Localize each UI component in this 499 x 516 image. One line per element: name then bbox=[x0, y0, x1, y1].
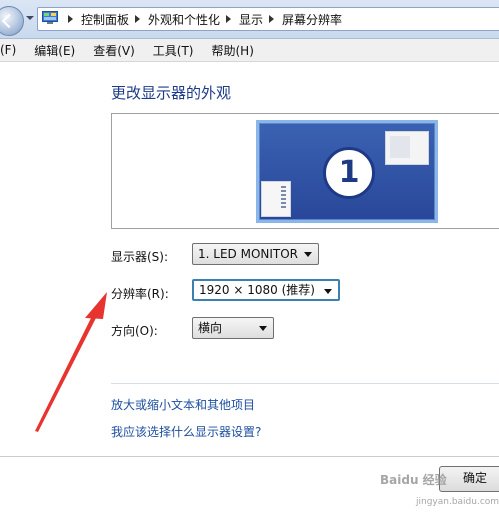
page-title: 更改显示器的外观 bbox=[111, 84, 232, 102]
section-divider bbox=[111, 383, 499, 384]
monitor-preview-area: 1 bbox=[111, 113, 499, 229]
ok-button[interactable]: 确定 bbox=[439, 466, 499, 492]
menu-view[interactable]: 查看(V) bbox=[93, 42, 135, 59]
menu-help[interactable]: 帮助(H) bbox=[212, 42, 254, 59]
monitor-number-badge: 1 bbox=[323, 147, 375, 199]
menu-edit[interactable]: 编辑(E) bbox=[34, 42, 75, 59]
breadcrumb-separator-icon bbox=[269, 15, 275, 23]
breadcrumb-separator-icon bbox=[68, 15, 73, 23]
resolution-select[interactable]: 1920 × 1080 (推荐) bbox=[192, 279, 340, 301]
resolution-select-value: 1920 × 1080 (推荐) bbox=[199, 283, 315, 297]
history-dropdown-icon[interactable] bbox=[26, 16, 34, 20]
breadcrumb-item-control-panel[interactable]: 控制面板 bbox=[81, 11, 129, 28]
annotation-arrow-shaft bbox=[35, 312, 98, 432]
breadcrumb-separator-icon bbox=[135, 15, 141, 23]
menu-tools[interactable]: 工具(T) bbox=[153, 42, 194, 59]
display-select[interactable]: 1. LED MONITOR bbox=[192, 243, 319, 265]
chevron-down-icon bbox=[259, 326, 267, 331]
annotation-arrow-head bbox=[85, 292, 107, 319]
breadcrumb-item-display[interactable]: 显示 bbox=[239, 11, 263, 28]
window-thumbnail-icon bbox=[385, 131, 429, 165]
breadcrumb-item-screen-resolution[interactable]: 屏幕分辨率 bbox=[282, 11, 342, 28]
breadcrumb[interactable]: 控制面板 外观和个性化 显示 屏幕分辨率 bbox=[37, 7, 499, 31]
chevron-down-icon bbox=[324, 289, 332, 294]
display-settings-help-link[interactable]: 我应该选择什么显示器设置? bbox=[111, 423, 261, 440]
breadcrumb-item-appearance[interactable]: 外观和个性化 bbox=[148, 11, 220, 28]
orientation-label: 方向(O): bbox=[111, 324, 158, 338]
watermark-url: jingyan.baidu.com bbox=[416, 497, 499, 507]
back-button[interactable] bbox=[0, 6, 24, 36]
display-label: 显示器(S): bbox=[111, 250, 169, 264]
gadget-thumbnail-icon bbox=[261, 181, 291, 217]
menu-file[interactable]: (F) bbox=[0, 43, 16, 57]
text-size-link[interactable]: 放大或缩小文本和其他项目 bbox=[111, 396, 255, 413]
footer-divider bbox=[0, 456, 499, 457]
chevron-down-icon bbox=[304, 252, 312, 257]
orientation-select[interactable]: 横向 bbox=[192, 317, 274, 339]
breadcrumb-separator-icon bbox=[226, 15, 232, 23]
control-panel-icon bbox=[42, 11, 58, 24]
resolution-label: 分辨率(R): bbox=[111, 287, 169, 301]
address-bar: 控制面板 外观和个性化 显示 屏幕分辨率 bbox=[0, 0, 499, 39]
orientation-select-value: 横向 bbox=[198, 321, 223, 335]
menu-bar: (F) 编辑(E) 查看(V) 工具(T) 帮助(H) bbox=[0, 39, 499, 62]
watermark-logo: Baidu 经验 bbox=[380, 473, 447, 487]
monitor-1-thumbnail[interactable]: 1 bbox=[256, 120, 438, 223]
display-select-value: 1. LED MONITOR bbox=[198, 247, 299, 261]
